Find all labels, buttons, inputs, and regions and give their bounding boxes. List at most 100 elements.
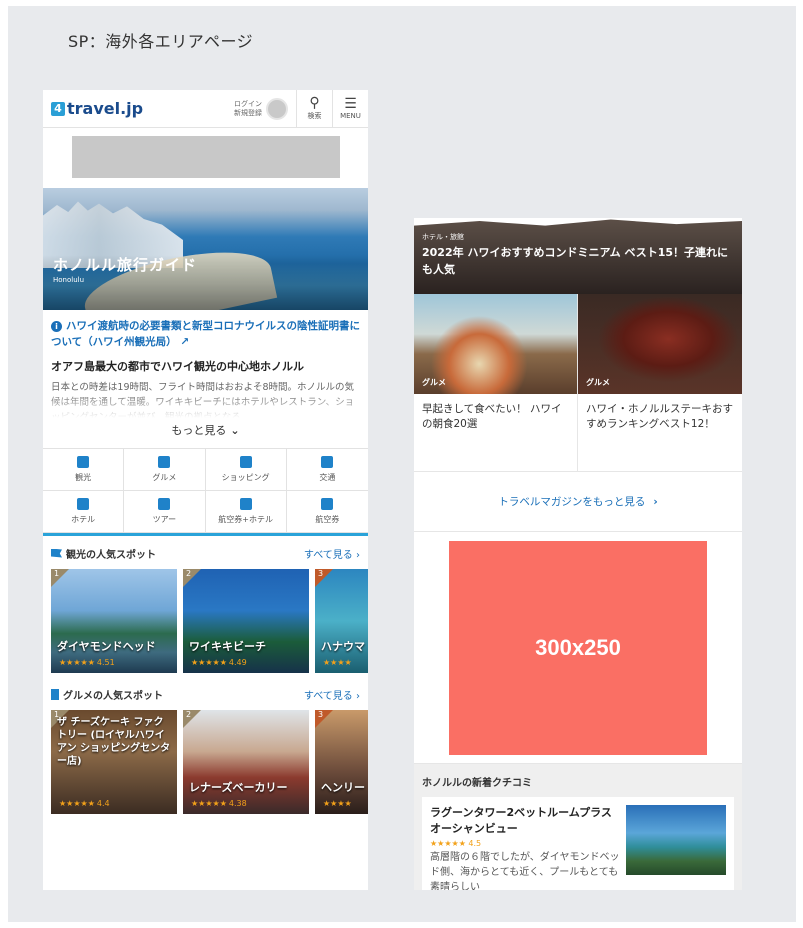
category-sightseeing[interactable]: 観光 [43, 449, 125, 491]
sight-section-header: 観光の人気スポット すべて見る › [43, 536, 368, 569]
category-transport[interactable]: 交通 [286, 449, 368, 491]
magazine-grid: グルメ 早起きして食べたい！ ハワイの朝食20選 グルメ ハワイ・ホノルルステー… [414, 294, 742, 472]
stars: ★★★★ [323, 799, 352, 808]
info-icon: i [51, 321, 62, 332]
stars: ★★★★★ [59, 799, 95, 808]
article-image: グルメ [578, 294, 742, 394]
review-text: 高層階の６階でしたが、ダイヤモンドベッド側、海からとても近く、プールもとても素晴… [430, 852, 620, 890]
suitcase-icon [158, 498, 171, 510]
rating-value: 4.51 [96, 658, 115, 667]
gourmet-carousel[interactable]: 1 ザ チーズケーキ ファクトリー (ロイヤルハワイアン ショッピングセンター店… [43, 710, 368, 814]
fork-icon [51, 689, 59, 700]
feature-category: ホテル・旅館 [422, 233, 464, 241]
sight-carousel[interactable]: 1 ダイヤモンドヘッド ★★★★★ 4.51 2 ワイキキビーチ ★★★★★ 4.4… [43, 569, 368, 673]
category-label: ホテル [71, 515, 96, 524]
rank-number: 1 [54, 569, 60, 578]
sight-card[interactable]: 1 ダイヤモンドヘッド ★★★★★ 4.51 [51, 569, 177, 673]
rating-stars: ★★★★ [321, 658, 354, 667]
chevron-down-icon: ⌄ [230, 424, 240, 437]
review-image [626, 805, 726, 875]
category-tour[interactable]: ツアー [124, 491, 206, 533]
gourmet-card[interactable]: 1 ザ チーズケーキ ファクトリー (ロイヤルハワイアン ショッピングセンター店… [51, 710, 177, 814]
category-hotel[interactable]: ホテル [43, 491, 125, 533]
rating-stars: ★★★★★ 4.51 [57, 658, 115, 667]
logo-text: travel.jp [67, 99, 144, 118]
sight-name: ワイキキビーチ [189, 640, 266, 653]
gourmet-card[interactable]: 2 レナーズベーカリー ★★★★★ 4.38 [183, 710, 309, 814]
stars: ★★★★★ [191, 799, 227, 808]
shopping-bag-icon [239, 456, 252, 468]
review-section: ホノルルの新着クチコミ ラグーンタワー2ベットルームプラスオーシャンビュー ★★… [414, 764, 742, 890]
notice-text: ハワイ渡航時の必要書類と新型コロナウイルスの陰性証明書について（ハワイ州観光局） [51, 320, 360, 348]
rank-number: 3 [318, 569, 324, 578]
right-phone-screen: ホテル・旅館 2022年 ハワイおすすめコンドミニアム ベスト15！子連れにも人… [414, 218, 742, 890]
gourmet-name: レナーズベーカリー [189, 781, 288, 794]
sight-name: ダイヤモンドヘッド [57, 640, 156, 653]
gourmet-heading: グルメの人気スポット [63, 691, 163, 702]
rating-value: 4.4 [96, 799, 110, 808]
login-label: ログイン [234, 99, 262, 108]
menu-button[interactable]: ☰ MENU [332, 90, 368, 127]
category-label: 観光 [75, 473, 92, 482]
gourmet-name: ヘンリー (高級実 [321, 781, 368, 794]
intro-text: 日本との時差は19時間、フライト時間はおおよそ8時間。ホノルルの気候は年間を通し… [51, 382, 355, 418]
review-heading: ホノルルの新着クチコミ [422, 778, 532, 789]
review-card[interactable]: ラグーンタワー2ベットルームプラスオーシャンビュー ★★★★★ 4.5 高層階の… [422, 797, 734, 890]
category-air-hotel[interactable]: 航空券+ホテル [205, 491, 287, 533]
page-title: SP：海外各エリアページ [68, 32, 254, 51]
rating-stars: ★★★★★ 4.38 [189, 799, 247, 808]
hamburger-icon: ☰ [344, 96, 357, 112]
magazine-more-link[interactable]: トラベルマガジンをもっと見る › [414, 472, 742, 532]
register-label: 新規登録 [234, 108, 262, 117]
bus-icon [321, 456, 334, 468]
see-all-label: すべて見る [303, 691, 353, 702]
category-label: 交通 [319, 473, 336, 482]
category-air[interactable]: 航空券 [286, 491, 368, 533]
magazine-more-label: トラベルマガジンをもっと見る [498, 496, 646, 508]
article-tag: グルメ [586, 378, 610, 387]
more-label: もっと見る [171, 424, 227, 437]
review-title: ラグーンタワー2ベットルームプラスオーシャンビュー [430, 806, 612, 835]
login-link[interactable]: ログイン 新規登録 [234, 100, 262, 118]
article-title: ハワイ・ホノルルステーキおすすめランキングベスト12！ [578, 394, 742, 472]
menu-label: MENU [340, 112, 361, 120]
see-all-gourmet-link[interactable]: すべて見る › [304, 687, 360, 702]
category-gourmet[interactable]: グルメ [124, 449, 206, 491]
more-button[interactable]: もっと見る ⌄ [43, 418, 368, 448]
left-phone-screen: 4 travel.jp ログイン 新規登録 ⚲ 検索 ☰ MENU ホノルル旅行… [43, 90, 368, 890]
rating-value: 4.38 [228, 799, 247, 808]
plane-hotel-icon [239, 498, 252, 510]
site-logo[interactable]: 4 travel.jp [51, 99, 143, 118]
rating-stars: ★★★★★ 4.4 [57, 799, 110, 808]
category-label: グルメ [152, 473, 177, 482]
external-link-icon: ↗ [180, 336, 190, 348]
fork-icon [158, 456, 171, 468]
avatar-icon[interactable] [266, 97, 288, 120]
search-button[interactable]: ⚲ 検索 [296, 90, 332, 127]
ad-area: 300x250 [414, 532, 742, 764]
ad-placeholder: 300x250 [449, 540, 707, 755]
hero-image: ホノルル旅行ガイド Honolulu [43, 188, 368, 310]
stars: ★★★★★ [191, 658, 227, 667]
stars: ★★★★ [323, 658, 352, 667]
rating-stars: ★★★★★ 4.49 [189, 658, 247, 667]
sight-card[interactable]: 2 ワイキキビーチ ★★★★★ 4.49 [183, 569, 309, 673]
rating-value: 4.5 [468, 839, 482, 848]
category-shopping[interactable]: ショッピング [205, 449, 287, 491]
covid-notice-link[interactable]: i ハワイ渡航時の必要書類と新型コロナウイルスの陰性証明書について（ハワイ州観光局… [43, 310, 368, 356]
magazine-card[interactable]: グルメ ハワイ・ホノルルステーキおすすめランキングベスト12！ [578, 294, 742, 472]
lead-heading: オアフ島最大の都市でハワイ観光の中心地ホノルル [51, 360, 304, 373]
gourmet-card[interactable]: 3 ヘンリー (高級実 ★★★★ [315, 710, 368, 814]
hotel-icon [77, 498, 90, 510]
sight-card[interactable]: 3 ハナウマ ★★★★ [315, 569, 368, 673]
category-label: ショッピング [221, 473, 270, 482]
flag-icon [51, 548, 62, 558]
magazine-feature[interactable]: ホテル・旅館 2022年 ハワイおすすめコンドミニアム ベスト15！子連れにも人… [414, 219, 742, 294]
header-actions: ログイン 新規登録 ⚲ 検索 ☰ MENU [234, 90, 368, 127]
magazine-card[interactable]: グルメ 早起きして食べたい！ ハワイの朝食20選 [414, 294, 578, 472]
chevron-right-icon: › [653, 496, 658, 508]
see-all-sights-link[interactable]: すべて見る › [304, 546, 360, 561]
search-label: 検索 [307, 112, 322, 120]
category-label: 航空券+ホテル [218, 515, 273, 524]
plane-icon [321, 498, 334, 510]
